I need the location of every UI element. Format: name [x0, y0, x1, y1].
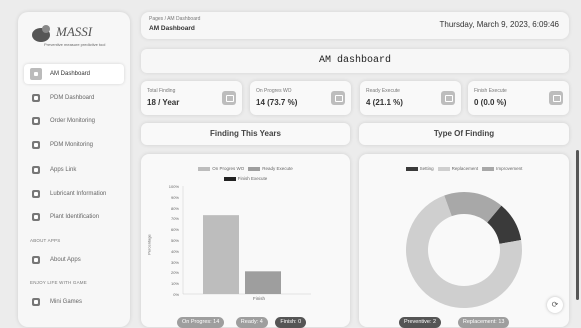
- factory-icon: [32, 213, 40, 221]
- stat-card-total-finding: Total Finding 18 / Year: [141, 81, 242, 115]
- sidebar-item-label: Plant Identification: [50, 214, 100, 220]
- sidebar-item-label: Order Monitoring: [50, 118, 96, 124]
- sidebar-item-apps-link[interactable]: Apps Link: [24, 160, 124, 180]
- stat-card-ready-execute: Ready Execute 4 (21.1 %): [360, 81, 461, 115]
- top-bar: Pages / AM Dashboard AM Dashboard Thursd…: [141, 12, 569, 39]
- panel-title-finding: Finding This Years: [141, 123, 350, 145]
- type-chart-panel: Setting Replacement Improvement Preventi…: [359, 154, 569, 328]
- bar-chart: [182, 186, 311, 295]
- drop-icon: [32, 190, 40, 198]
- donut-chart: [406, 192, 522, 308]
- sidebar-item-label: Lubricant Information: [50, 191, 107, 197]
- sidebar-item-pdm-monitoring[interactable]: PDM Monitoring: [24, 135, 124, 155]
- sidebar-item-pdm-dashboard[interactable]: PDM Dashboard: [24, 88, 124, 108]
- square-icon: [30, 68, 42, 80]
- card-action-icon[interactable]: [549, 91, 563, 105]
- sidebar: MASSI Preventive measure predictive tool…: [18, 12, 130, 327]
- datetime-display: Thursday, March 9, 2023, 6:09:46: [439, 20, 559, 29]
- brand-name: MASSI: [56, 24, 93, 39]
- sidebar-item-label: AM Dashboard: [50, 71, 91, 77]
- sidebar-item-label: PDM Dashboard: [50, 95, 95, 101]
- status-pill[interactable]: Finish: 0: [275, 317, 307, 328]
- bar-on-progres-wo[interactable]: [203, 215, 239, 294]
- sidebar-item-about-apps[interactable]: About Apps: [24, 250, 124, 270]
- brand-logo[interactable]: MASSI Preventive measure predictive tool: [30, 22, 118, 56]
- scrollbar[interactable]: [576, 150, 579, 300]
- stat-label: On Progres WO: [256, 88, 292, 94]
- x-category-label: Finish: [253, 296, 266, 301]
- bar-ready-execute[interactable]: [245, 271, 281, 294]
- chart-icon: [32, 94, 40, 102]
- sidebar-item-label: PDM Monitoring: [50, 142, 94, 148]
- sidebar-item-am-dashboard[interactable]: AM Dashboard: [24, 64, 124, 84]
- stat-label: Total Finding: [147, 88, 176, 94]
- sidebar-item-order-monitoring[interactable]: Order Monitoring: [24, 111, 124, 131]
- stat-value: 18 / Year: [147, 98, 180, 107]
- dashboard-title: AM dashboard: [318, 55, 391, 66]
- page-title: AM Dashboard: [149, 25, 195, 32]
- dashboard-header: AM dashboard: [141, 49, 569, 73]
- sidebar-item-label: Mini Games: [50, 299, 83, 305]
- sidebar-item-label: About Apps: [50, 257, 81, 263]
- status-pill[interactable]: Ready: 4: [235, 317, 268, 328]
- sidebar-item-mini-games[interactable]: Mini Games: [24, 292, 124, 312]
- stat-value: 14 (73.7 %): [256, 98, 298, 107]
- card-action-icon[interactable]: [441, 91, 455, 105]
- type-pill[interactable]: Preventive: 2: [399, 317, 442, 328]
- breadcrumb: Pages / AM Dashboard: [149, 16, 201, 22]
- sidebar-item-lubricant-information[interactable]: Lubricant Information: [24, 184, 124, 204]
- list-icon: [32, 117, 40, 125]
- panel-title-type: Type Of Finding: [359, 123, 569, 145]
- stat-card-finish-execute: Finish Execute 0 (0.0 %): [468, 81, 569, 115]
- sidebar-item-label: Apps Link: [50, 167, 77, 173]
- sidebar-item-plant-identification[interactable]: Plant Identification: [24, 207, 124, 227]
- section-about-label: ABOUT APPS: [30, 238, 61, 243]
- stat-card-on-progres: On Progres WO 14 (73.7 %): [250, 81, 351, 115]
- info-icon: [32, 256, 40, 264]
- type-pill[interactable]: Replacement: 13: [457, 317, 510, 328]
- stat-label: Finish Execute: [474, 88, 507, 94]
- monitor-icon: [32, 141, 40, 149]
- finding-chart-panel: On Progres WO Ready Execute Finish Execu…: [141, 154, 350, 328]
- card-action-icon[interactable]: [222, 91, 236, 105]
- stat-value: 0 (0.0 %): [474, 98, 507, 107]
- card-action-icon[interactable]: [331, 91, 345, 105]
- game-icon: [32, 298, 40, 306]
- section-games-label: ENJOY LIFE WITH GAME: [30, 280, 87, 285]
- link-icon: [32, 166, 40, 174]
- refresh-icon[interactable]: ⟳: [547, 297, 563, 313]
- logo-mark-icon: [32, 25, 50, 42]
- stat-label: Ready Execute: [366, 88, 400, 94]
- brand-tagline: Preventive measure predictive tool: [44, 42, 106, 47]
- stat-value: 4 (21.1 %): [366, 98, 403, 107]
- status-pill[interactable]: On Progres: 14: [177, 317, 225, 328]
